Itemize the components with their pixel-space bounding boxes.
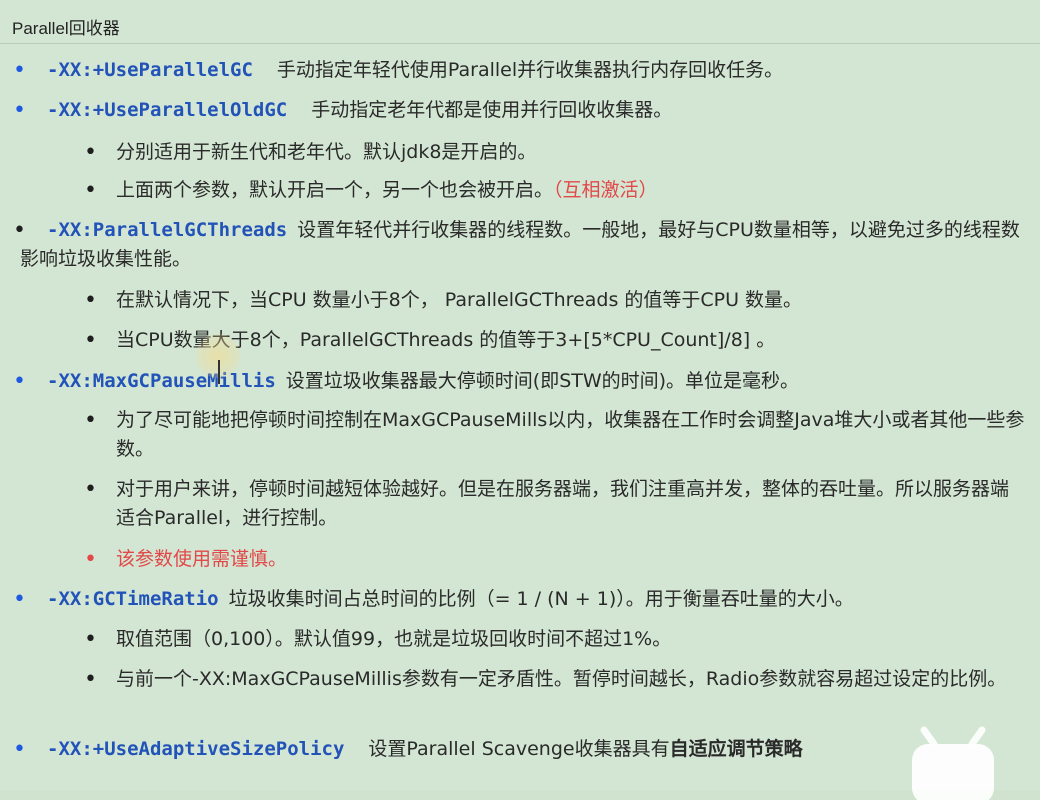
sub-item-text: 与前一个-XX:MaxGCPauseMillis参数有一定矛盾性。暂停时间越长，…	[116, 668, 1007, 690]
sub-item-text: 分别适用于新生代和老年代。默认jdk8是开启的。	[116, 141, 537, 163]
sub-item-text: 取值范围（0,100）。默认值99，也就是垃圾回收时间不超过1%。	[116, 628, 672, 650]
bullet-icon: •	[84, 547, 97, 572]
flag-name: -XX:MaxGCPauseMillis	[47, 370, 276, 392]
flag-description-emphasis: 自适应调节策略	[669, 738, 803, 760]
bullet-icon: •	[13, 587, 26, 612]
bullet-icon: •	[84, 477, 97, 502]
bullet-icon: •	[84, 178, 97, 203]
bullet-icon: •	[84, 140, 97, 165]
title-bar: Parallel回收器	[0, 0, 1040, 44]
bilibili-tv-icon	[912, 726, 994, 800]
sub-item-text: 在默认情况下，当CPU 数量小于8个， ParallelGCThreads 的值…	[116, 289, 803, 311]
text-cursor-icon	[218, 360, 228, 384]
bullet-icon: •	[84, 328, 97, 353]
flag-description: 垃圾收集时间占总时间的比例（= 1 / (N + 1)）。用于衡量吞吐量的大小。	[228, 588, 854, 610]
highlight-note: （互相激活）	[553, 179, 658, 201]
warning-text: 该参数使用需谨慎。	[116, 548, 288, 570]
bullet-icon: •	[84, 408, 97, 433]
flag-description: 手动指定老年代都是使用并行回收收集器。	[311, 99, 673, 121]
sub-item-text: 为了尽可能地把停顿时间控制在MaxGCPauseMills以内，收集器在工作时会…	[116, 409, 1025, 460]
sub-item-text: 对于用户来讲，停顿时间越短体验越好。但是在服务器端，我们注重高并发，整体的吞吐量…	[116, 478, 1010, 529]
bullet-icon: •	[84, 667, 97, 692]
sub-item-text: 上面两个参数，默认开启一个，另一个也会被开启。	[116, 179, 554, 201]
bullet-icon: •	[13, 737, 26, 762]
flag-name: -XX:GCTimeRatio	[47, 588, 219, 610]
page-title: Parallel回收器	[12, 19, 120, 38]
bullet-icon: •	[13, 58, 26, 83]
document-page: Parallel回收器 • -XX:+UseParallelGC 手动指定年轻代使…	[0, 0, 1040, 800]
bullet-icon: •	[13, 369, 26, 394]
flag-description: 设置Parallel Scavenge收集器具有	[368, 738, 670, 760]
flag-name: -XX:+UseAdaptiveSizePolicy	[47, 738, 345, 760]
bullet-icon: •	[84, 288, 97, 313]
flag-description: 设置垃圾收集器最大停顿时间(即STW的时间)。单位是毫秒。	[285, 370, 800, 392]
flag-name: -XX:ParallelGCThreads	[47, 219, 288, 241]
bullet-icon: •	[84, 627, 97, 652]
bullet-icon: •	[13, 98, 26, 123]
flag-name: -XX:+UseParallelOldGC	[47, 99, 288, 121]
flag-description: 手动指定年轻代使用Parallel并行收集器执行内存回收任务。	[276, 59, 784, 81]
flag-name: -XX:+UseParallelGC	[47, 59, 253, 81]
